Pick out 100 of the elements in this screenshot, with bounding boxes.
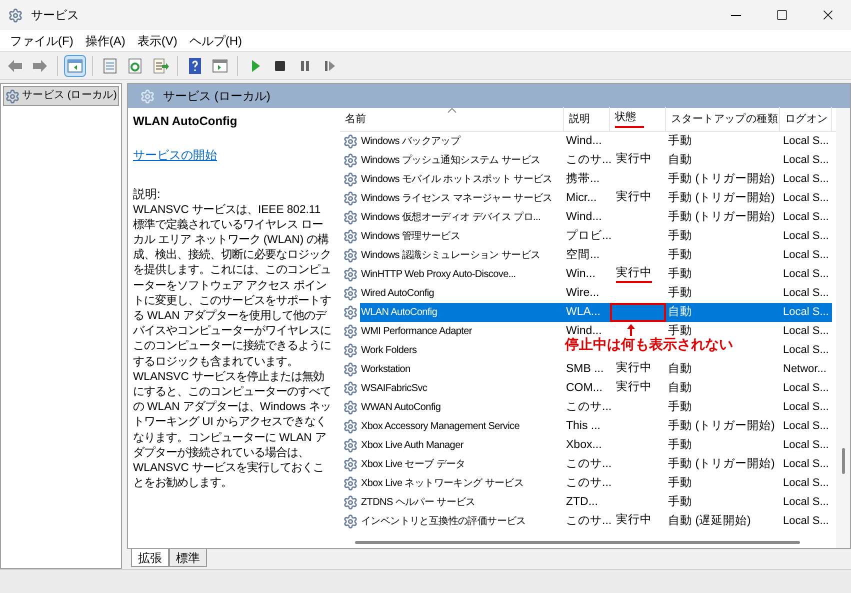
annotation-arrow-icon (627, 324, 635, 336)
service-name-cell[interactable]: WinHTTP Web Proxy Auto-Discove... (360, 265, 564, 284)
service-name-cell[interactable]: Windows 認識シミュレーション サービス (360, 246, 564, 265)
service-name-cell[interactable]: インベントリと互換性の評価サービス (360, 512, 564, 531)
table-cell-text: 手動 (667, 247, 693, 263)
gear-icon (140, 88, 155, 104)
table-cell-text: 自動 (667, 380, 693, 396)
service-gear-icon (342, 191, 358, 206)
table-cell-text: Wind... (565, 134, 603, 149)
sort-caret-icon (447, 108, 456, 113)
table-cell-text: このサ... (565, 400, 610, 415)
view-tab[interactable]: 標準 (169, 549, 207, 567)
menu-item[interactable]: ヘルプ(H) (183, 30, 248, 50)
column-header[interactable]: 状態 (610, 107, 666, 131)
status-cell-text: 実行中 (615, 151, 653, 167)
start-service-link[interactable]: サービスの開始 (133, 148, 217, 164)
table-cell-text: プロビ... (565, 228, 610, 244)
annotation-text: 停止中は何も表示されない (565, 336, 733, 353)
table-cell-text: 手動 (667, 266, 693, 282)
service-description: WLANSVC サービスは、IEEE 802.11 標準で定義されているワイヤレス ローカル エリア ネットワーク (WLAN) の構成、検出、接続、切断に必要なロジックを提供します。これには、このコンピューターをソフトウェア アクセス ポイントに変更し、このサービスをサポートする WLAN アダプターを使用して他のデバイスやコンピューターがワイヤレスにこのコンピューターに接続できるようにするロジックも含まれています。WLANSVC サービスを停止または無効にすると、このコンピューターのすべての WLAN アダプターは、Windows ネットワーキング UI からアクセスできなくなります。コンピューターに WLAN アダプターが接続されている場合は、WLANSVC サービスを実行しておくことをお勧めします。 (133, 202, 331, 492)
table-cell-text: Wind... (565, 324, 603, 337)
gear-icon (5, 88, 20, 104)
service-name-cell[interactable]: Windows 管理サービス (360, 227, 564, 246)
column-header[interactable]: 説明 (564, 107, 610, 131)
service-name-cell[interactable]: Windows バックアップ (360, 132, 564, 151)
table-cell-text: Local S... (782, 495, 830, 510)
table-cell-text: 手動 (667, 133, 693, 149)
column-header[interactable]: ログオン (780, 107, 832, 131)
table-cell-text: 自動 (667, 362, 693, 377)
service-name-cell[interactable]: Xbox Live セーブ データ (360, 455, 564, 474)
table-cell-text: Local S... (782, 400, 830, 415)
table-cell-text: 空間... (565, 247, 601, 263)
service-name-cell[interactable]: Xbox Live Auth Manager (360, 436, 564, 455)
menu-item[interactable]: 操作(A) (79, 30, 132, 50)
table-cell-text: 手動 (トリガー開始) (667, 171, 776, 187)
table-cell-text: 手動 (トリガー開始) (667, 190, 776, 206)
service-gear-icon (342, 153, 358, 168)
table-cell: WLA... (564, 303, 610, 322)
table-cell: Local S... (780, 303, 832, 322)
table-cell-text: ZTD... (565, 495, 599, 510)
table-cell-text: Local S... (782, 267, 830, 282)
service-name-cell[interactable]: Windows 仮想オーディオ デバイス プロ... (360, 208, 564, 227)
status-cell-text: 実行中 (615, 360, 653, 376)
table-cell-text: Local S... (782, 153, 830, 168)
service-name-cell[interactable]: Xbox Live ネットワーキング サービス (360, 474, 564, 493)
table-cell-text: Local S... (782, 419, 830, 434)
service-gear-icon (342, 457, 358, 472)
table-cell-text: Local S... (782, 343, 830, 358)
console-tree-icon[interactable] (64, 54, 86, 76)
table-cell-text: 自動 (遅延開始) (667, 514, 752, 529)
service-name-cell[interactable]: Work Folders (360, 341, 564, 360)
menu-item[interactable]: ファイル(F) (4, 30, 80, 50)
table-cell-text: Win... (565, 267, 596, 282)
service-gear-icon (342, 514, 358, 529)
table-cell-text: このサ... (565, 457, 610, 472)
service-name-cell[interactable]: Windows モバイル ホットスポット サービス (360, 170, 564, 189)
table-cell-text: 手動 (667, 285, 693, 301)
service-gear-icon (342, 248, 358, 263)
service-gear-icon (342, 267, 358, 282)
table-cell-text: Xbox... (565, 438, 603, 453)
service-gear-icon (342, 172, 358, 187)
service-name-cell[interactable]: Wired AutoConfig (360, 284, 564, 303)
service-name-cell[interactable]: ZTDNS ヘルパー サービス (360, 493, 564, 512)
table-cell-text: 手動 (667, 494, 693, 510)
table-cell-text: Local S... (782, 438, 830, 453)
service-gear-icon (342, 305, 358, 320)
table-cell-text: Local S... (782, 514, 830, 529)
menu-item[interactable]: 表示(V) (131, 30, 184, 50)
view-tab[interactable]: 拡張 (131, 549, 169, 567)
service-name-cell[interactable]: Xbox Accessory Management Service (360, 417, 564, 436)
service-name-cell[interactable]: Workstation (360, 360, 564, 379)
table-cell-text: 手動 (トリガー開始) (667, 209, 776, 225)
service-name-cell[interactable]: Windows プッシュ通知システム サービス (360, 151, 564, 170)
minimize-icon (731, 14, 741, 16)
table-cell-text: Local S... (782, 248, 830, 263)
table-cell-text: Local S... (782, 191, 830, 206)
column-header[interactable]: スタートアップの種類 (666, 107, 780, 131)
table-cell-text: 手動 (667, 437, 693, 453)
table-cell-text: このサ... (565, 476, 610, 491)
table-cell-text: 手動 (トリガー開始) (667, 456, 776, 472)
table-cell-text: Local S... (782, 229, 830, 244)
table-cell-text: このサ... (565, 153, 610, 168)
service-name-cell[interactable]: WSAIFabricSvc (360, 379, 564, 398)
table-cell-text: 手動 (667, 323, 693, 338)
table-cell-text: Local S... (782, 210, 830, 225)
service-gear-icon (342, 134, 358, 149)
service-name-cell[interactable]: WWAN AutoConfig (360, 398, 564, 417)
table-cell-text: Wire... (565, 286, 600, 301)
service-gear-icon (342, 381, 358, 396)
service-gear-icon (342, 400, 358, 415)
service-name-cell[interactable]: WMI Performance Adapter (360, 322, 564, 341)
pane-title: サービス (ローカル) (163, 88, 270, 105)
service-gear-icon (342, 362, 358, 377)
service-name-cell[interactable]: WLAN AutoConfig (360, 303, 564, 322)
table-cell-text: 手動 (667, 228, 693, 244)
status-cell-text: 実行中 (615, 189, 653, 205)
tree-item[interactable]: サービス (ローカル) (3, 86, 119, 106)
table-cell-text: 手動 (667, 475, 693, 491)
service-name-cell[interactable]: Windows ライセンス マネージャー サービス (360, 189, 564, 208)
column-header[interactable]: 名前 (340, 107, 564, 131)
